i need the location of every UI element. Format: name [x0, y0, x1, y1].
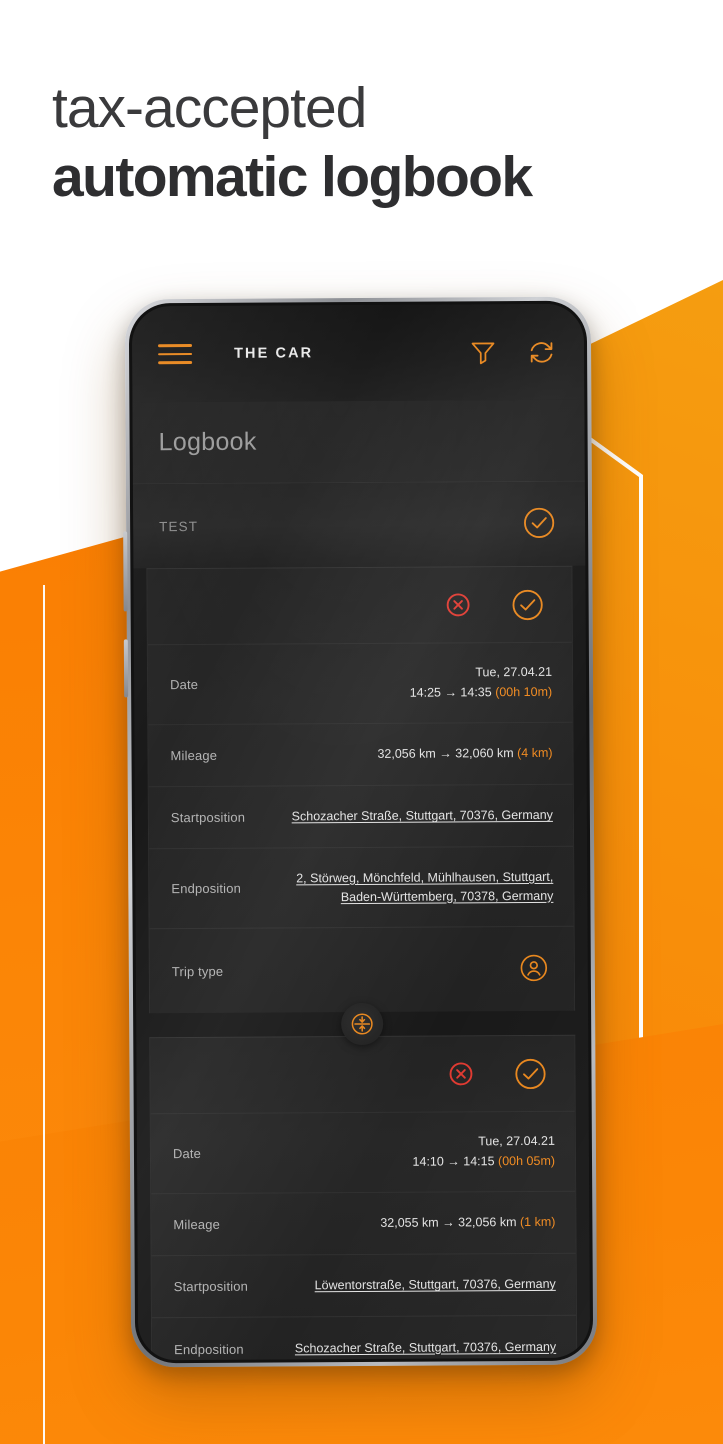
trip-mileage-delta: (4 km) — [517, 745, 553, 760]
row-value-trip-type — [514, 948, 554, 991]
marketing-headline: tax-accepted automatic logbook — [52, 76, 533, 209]
headline-line-2: automatic logbook — [52, 144, 533, 209]
trip-row-date: Date Tue, 27.04.21 14:10 → 14:15 (00h 05… — [150, 1111, 576, 1195]
hamburger-menu-icon[interactable] — [158, 344, 193, 364]
row-label-startposition: Startposition — [173, 1278, 249, 1295]
trip-end-address[interactable]: Schozacher Straße, Stuttgart, 70376, Ger… — [295, 1337, 556, 1357]
trip-date: Tue, 27.04.21 — [478, 1133, 555, 1149]
trip-mileage-delta: (1 km) — [519, 1214, 556, 1229]
trip-row-mileage: Mileage 32,055 km → 32,056 km (1 km) — [151, 1191, 576, 1257]
trip-time-line: 14:25 → 14:35 (00h 10m) — [410, 682, 553, 702]
trip-card[interactable]: Date Tue, 27.04.21 14:25 → 14:35 (00h 10… — [146, 565, 576, 1014]
trip-row-startposition: Startposition Löwentorstraße, Stuttgart,… — [151, 1253, 576, 1319]
row-value-mileage: 32,056 km → 32,060 km (4 km) — [377, 744, 552, 764]
hamburger-line — [158, 344, 193, 347]
row-label-trip-type: Trip type — [171, 963, 224, 979]
filter-funnel-icon[interactable] — [469, 338, 497, 366]
trip-row-endposition: Endposition Schozacher Straße, Stuttgart… — [152, 1316, 576, 1361]
merge-trips-icon[interactable] — [341, 1002, 384, 1046]
trip-mileage-range: 32,056 km → 32,060 km — [377, 745, 514, 761]
trip-row-endposition: Endposition 2, Störweg, Mönchfeld, Mühlh… — [149, 846, 574, 930]
trip-start-address[interactable]: Löwentorstraße, Stuttgart, 70376, German… — [315, 1275, 556, 1295]
trip-end-address-line-1[interactable]: 2, Störweg, Mönchfeld, Mühlhausen, Stutt… — [296, 868, 553, 888]
row-label-date: Date — [172, 1145, 202, 1162]
hamburger-line — [158, 361, 193, 364]
page-title: Logbook — [158, 427, 257, 457]
row-label-mileage: Mileage — [170, 747, 218, 764]
check-circle-icon[interactable] — [510, 1053, 550, 1093]
hamburger-line — [158, 352, 193, 356]
background-white-vertical-line — [43, 585, 45, 1444]
row-label-startposition: Startposition — [170, 809, 246, 826]
check-circle-icon[interactable] — [519, 503, 559, 543]
row-label-mileage: Mileage — [173, 1216, 221, 1233]
row-value-startposition: Löwentorstraße, Stuttgart, 70376, German… — [315, 1275, 556, 1295]
group-actions — [519, 503, 559, 545]
trip-duration: (00h 05m) — [497, 1153, 556, 1168]
trip-time-range: 14:25 → 14:35 — [409, 684, 492, 700]
app-bar: THE CAR — [131, 303, 585, 403]
trip-duration: (00h 10m) — [495, 684, 553, 699]
trip-actions-row — [150, 1035, 575, 1115]
person-circle-icon[interactable] — [514, 948, 554, 988]
section-header: Logbook — [132, 399, 585, 485]
x-circle-icon[interactable] — [437, 585, 477, 625]
row-value-startposition: Schozacher Straße, Stuttgart, 70376, Ger… — [292, 806, 553, 826]
trip-group-header-test[interactable]: TEST — [132, 481, 586, 569]
trip-date: Tue, 27.04.21 — [475, 664, 553, 680]
phone-volume-button[interactable] — [123, 531, 128, 612]
trip-card[interactable]: Date Tue, 27.04.21 14:10 → 14:15 (00h 05… — [149, 1034, 578, 1361]
trip-row-startposition: Startposition Schozacher Straße, Stuttga… — [148, 784, 574, 850]
trip-end-address-line-2[interactable]: Baden-Württemberg, 70378, Germany — [296, 886, 554, 906]
trip-time-line: 14:10 → 14:15 (00h 05m) — [412, 1151, 555, 1171]
row-label-endposition: Endposition — [174, 1341, 244, 1357]
check-circle-icon[interactable] — [507, 584, 547, 624]
phone-power-button[interactable] — [123, 639, 129, 698]
x-circle-icon[interactable] — [440, 1054, 480, 1094]
row-value-date: Tue, 27.04.21 14:10 → 14:15 (00h 05m) — [412, 1132, 555, 1172]
group-label: TEST — [159, 518, 199, 534]
phone-bezel: THE CAR Logbook TEST Date Tue, 27.04.21 … — [128, 300, 594, 1364]
trip-start-address[interactable]: Schozacher Straße, Stuttgart, 70376, Ger… — [292, 806, 553, 826]
row-value-endposition: 2, Störweg, Mönchfeld, Mühlhausen, Stutt… — [296, 868, 553, 907]
trip-actions-row — [147, 566, 572, 646]
trip-mileage-range: 32,055 km → 32,056 km — [380, 1214, 517, 1230]
trip-row-trip-type: Trip type — [150, 927, 575, 1014]
phone-screen: THE CAR Logbook TEST Date Tue, 27.04.21 … — [131, 303, 591, 1361]
trip-time-range: 14:10 → 14:15 — [412, 1153, 495, 1169]
merge-trips-divider — [149, 1002, 575, 1046]
trip-row-mileage: Mileage 32,056 km → 32,060 km (4 km) — [148, 722, 573, 788]
row-label-date: Date — [170, 676, 199, 693]
phone-mockup: THE CAR Logbook TEST Date Tue, 27.04.21 … — [123, 296, 598, 1368]
app-bar-actions — [469, 337, 556, 367]
refresh-sync-icon[interactable] — [527, 337, 556, 366]
trip-row-date: Date Tue, 27.04.21 14:25 → 14:35 (00h 10… — [147, 642, 573, 726]
headline-line-1: tax-accepted — [52, 76, 367, 140]
row-value-date: Tue, 27.04.21 14:25 → 14:35 (00h 10m) — [409, 663, 553, 703]
app-bar-title: THE CAR — [234, 345, 314, 362]
row-value-mileage: 32,055 km → 32,056 km (1 km) — [380, 1213, 555, 1233]
logbook-scroll-area[interactable]: Logbook TEST Date Tue, 27.04.21 14:25 → … — [132, 399, 590, 1361]
row-label-endposition: Endposition — [171, 880, 241, 897]
row-value-endposition: Schozacher Straße, Stuttgart, 70376, Ger… — [295, 1337, 556, 1357]
